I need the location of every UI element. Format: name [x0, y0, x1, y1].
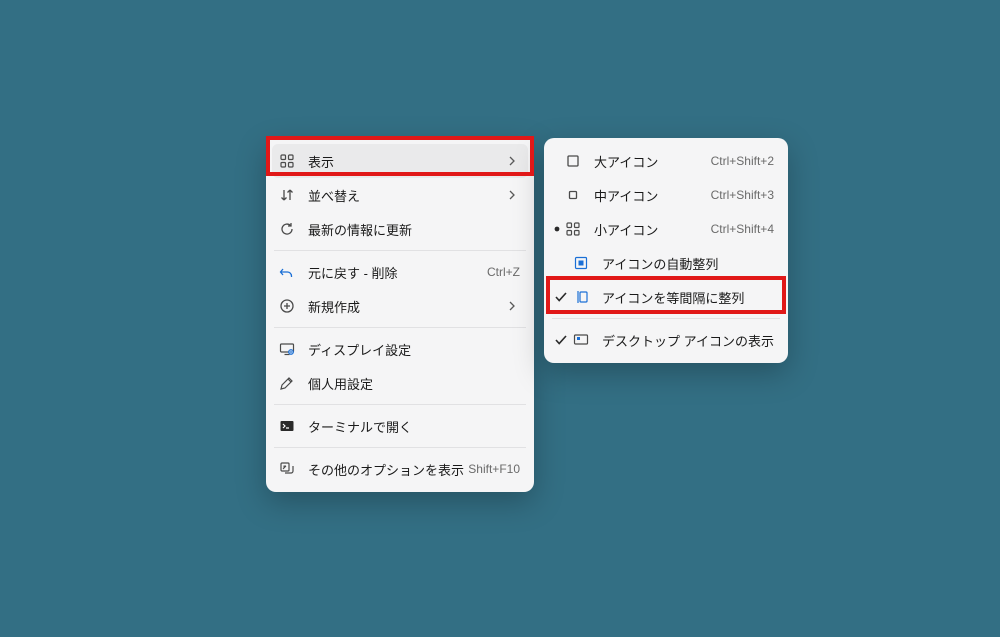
- menu-item-label: デスクトップ アイコンの表示: [602, 331, 774, 350]
- menu-item-label: ディスプレイ設定: [308, 340, 520, 359]
- menu-item-label: 個人用設定: [308, 374, 520, 393]
- display-icon: [278, 340, 296, 358]
- menu-separator: [274, 404, 526, 405]
- view-submenu: 大アイコン Ctrl+Shift+2 中アイコン Ctrl+Shift+3 小ア…: [544, 138, 788, 363]
- menu-item-personalize[interactable]: 個人用設定: [272, 366, 528, 400]
- chevron-right-icon: [504, 190, 520, 200]
- more-options-icon: [278, 460, 296, 478]
- undo-icon: [278, 263, 296, 281]
- menu-item-display-settings[interactable]: ディスプレイ設定: [272, 332, 528, 366]
- view-icon: [278, 152, 296, 170]
- terminal-icon: [278, 417, 296, 435]
- menu-item-shortcut: Ctrl+Z: [487, 265, 520, 279]
- menu-item-label: 元に戻す - 削除: [308, 263, 487, 282]
- desktop-icons-icon: [572, 331, 590, 349]
- desktop-context-menu: 表示 並べ替え 最新の情報に更新: [266, 138, 534, 492]
- menu-separator: [274, 447, 526, 448]
- menu-item-label: アイコンの自動整列: [602, 254, 774, 273]
- large-icons-icon: [564, 152, 582, 170]
- menu-separator: [274, 327, 526, 328]
- menu-item-shortcut: Shift+F10: [468, 462, 520, 476]
- small-icons-icon: [564, 220, 582, 238]
- menu-separator: [552, 318, 780, 319]
- submenu-item-small-icons[interactable]: 小アイコン Ctrl+Shift+4: [550, 212, 782, 246]
- submenu-item-align-to-grid[interactable]: アイコンを等間隔に整列: [550, 280, 782, 314]
- menu-item-sort[interactable]: 並べ替え: [272, 178, 528, 212]
- menu-item-label: 新規作成: [308, 297, 504, 316]
- menu-item-shortcut: Ctrl+Shift+2: [711, 154, 774, 168]
- personalize-icon: [278, 374, 296, 392]
- sort-icon: [278, 186, 296, 204]
- menu-item-terminal[interactable]: ターミナルで開く: [272, 409, 528, 443]
- submenu-item-large-icons[interactable]: 大アイコン Ctrl+Shift+2: [550, 144, 782, 178]
- menu-item-view[interactable]: 表示: [272, 144, 528, 178]
- submenu-item-auto-arrange[interactable]: アイコンの自動整列: [550, 246, 782, 280]
- chevron-right-icon: [504, 301, 520, 311]
- new-icon: [278, 297, 296, 315]
- radio-indicator: [550, 226, 564, 232]
- medium-icons-icon: [564, 186, 582, 204]
- menu-item-label: アイコンを等間隔に整列: [602, 288, 774, 307]
- menu-item-refresh[interactable]: 最新の情報に更新: [272, 212, 528, 246]
- menu-separator: [274, 250, 526, 251]
- menu-item-label: ターミナルで開く: [308, 417, 520, 436]
- menu-item-label: 中アイコン: [594, 186, 711, 205]
- menu-item-label: 表示: [308, 152, 504, 171]
- menu-item-new[interactable]: 新規作成: [272, 289, 528, 323]
- align-grid-icon: [572, 288, 590, 306]
- menu-item-more-options[interactable]: その他のオプションを表示 Shift+F10: [272, 452, 528, 486]
- submenu-item-medium-icons[interactable]: 中アイコン Ctrl+Shift+3: [550, 178, 782, 212]
- menu-item-label: 並べ替え: [308, 186, 504, 205]
- menu-item-label: 最新の情報に更新: [308, 220, 520, 239]
- menu-item-label: その他のオプションを表示: [308, 460, 468, 479]
- menu-item-label: 小アイコン: [594, 220, 711, 239]
- auto-arrange-icon: [572, 254, 590, 272]
- check-indicator: [550, 290, 572, 304]
- check-indicator: [550, 333, 572, 347]
- menu-item-undo[interactable]: 元に戻す - 削除 Ctrl+Z: [272, 255, 528, 289]
- menu-item-shortcut: Ctrl+Shift+4: [711, 222, 774, 236]
- submenu-item-show-desktop-icons[interactable]: デスクトップ アイコンの表示: [550, 323, 782, 357]
- chevron-right-icon: [504, 156, 520, 166]
- menu-item-label: 大アイコン: [594, 152, 711, 171]
- menu-item-shortcut: Ctrl+Shift+3: [711, 188, 774, 202]
- refresh-icon: [278, 220, 296, 238]
